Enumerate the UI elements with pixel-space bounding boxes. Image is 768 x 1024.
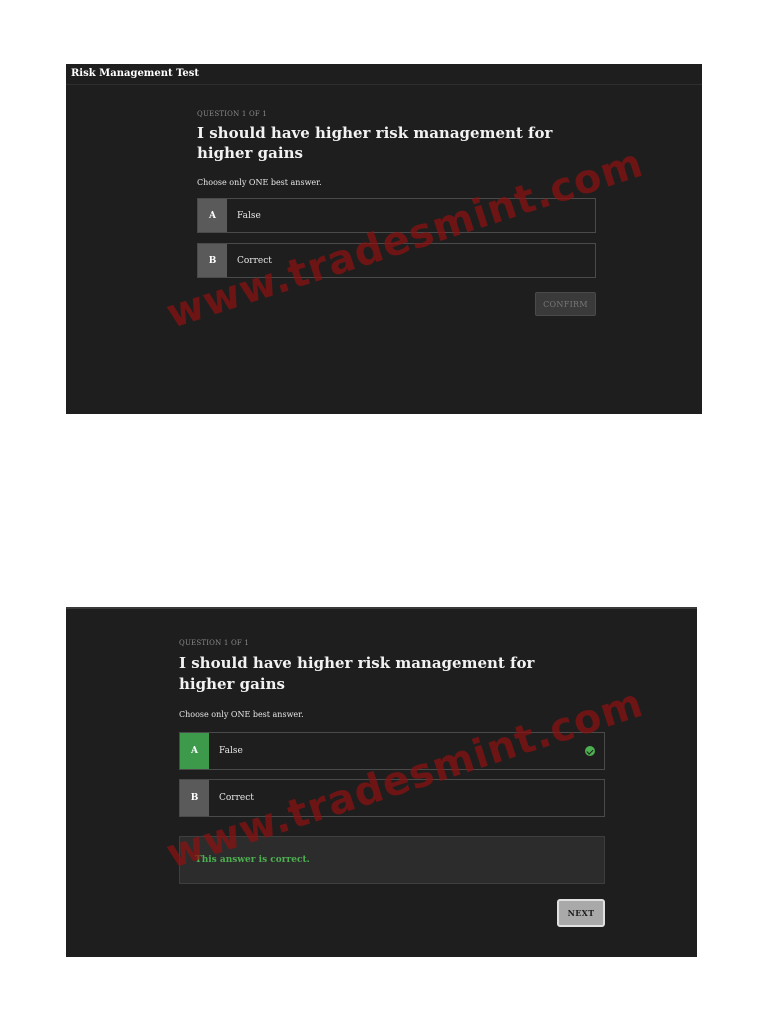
option-letter: A: [180, 733, 209, 769]
option-label: Correct: [237, 255, 272, 266]
option-a[interactable]: A False: [197, 198, 596, 233]
quiz-screen-feedback: QUESTION 1 OF 1 I should have higher ris…: [66, 607, 697, 957]
option-label: Correct: [219, 793, 254, 803]
question-text: I should have higher risk management for…: [179, 654, 535, 693]
option-letter: B: [180, 780, 209, 816]
option-label: False: [219, 746, 243, 756]
feedback-message: This answer is correct.: [179, 836, 605, 884]
quiz-screen-question: Risk Management Test QUESTION 1 OF 1 I s…: [66, 64, 702, 414]
question-text: I should have higher risk management for…: [197, 124, 553, 162]
instruction-text: Choose only ONE best answer.: [179, 710, 304, 719]
option-letter: A: [198, 199, 227, 232]
option-label: False: [237, 210, 261, 221]
next-button[interactable]: NEXT: [557, 899, 605, 927]
option-a-selected[interactable]: A False: [179, 732, 605, 770]
question-counter: QUESTION 1 OF 1: [179, 639, 250, 647]
window-title: Risk Management Test: [66, 64, 702, 85]
option-b[interactable]: B Correct: [179, 779, 605, 817]
question-counter: QUESTION 1 OF 1: [197, 110, 268, 118]
option-b[interactable]: B Correct: [197, 243, 596, 278]
instruction-text: Choose only ONE best answer.: [197, 178, 322, 187]
check-circle-icon: [585, 746, 595, 756]
option-letter: B: [198, 244, 227, 277]
confirm-button[interactable]: CONFIRM: [535, 292, 596, 316]
